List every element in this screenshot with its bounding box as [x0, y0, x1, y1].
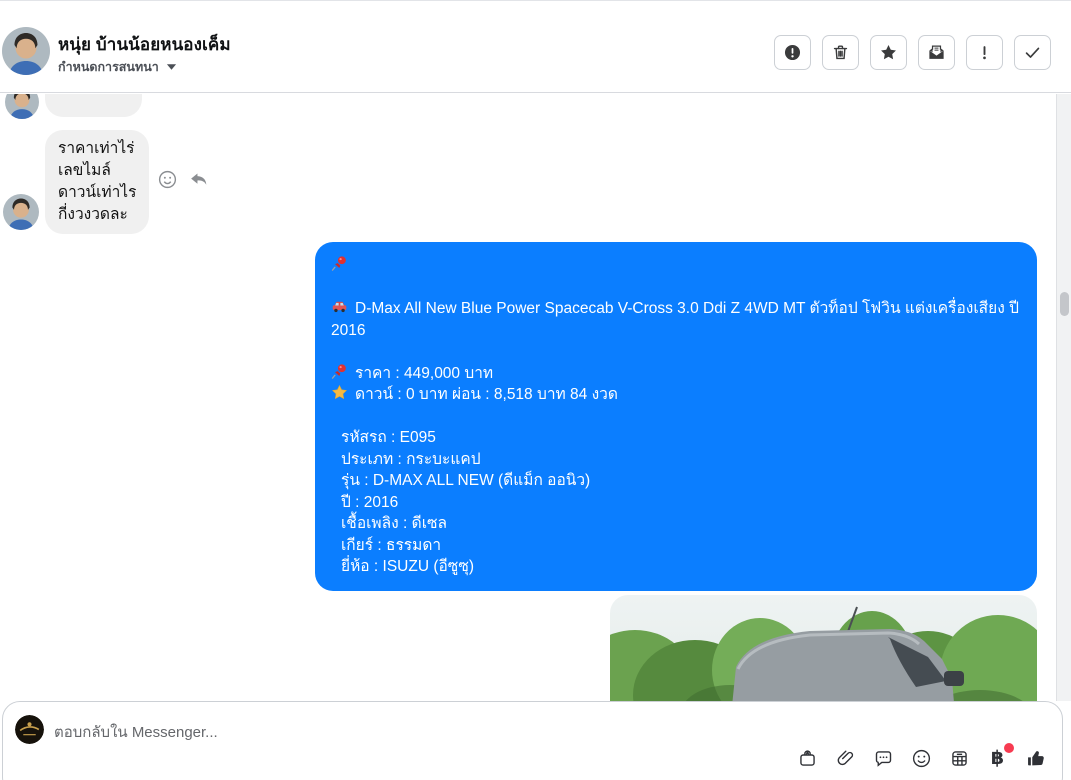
notification-dot [1004, 743, 1014, 753]
conversation-toolbar [774, 35, 1051, 70]
outgoing-message-line: ประเภท : กระบะแคป [341, 450, 481, 468]
page-avatar [15, 715, 44, 744]
chat-scrollbar [1056, 94, 1071, 701]
reply-input[interactable]: ตอบกลับใน Messenger... [54, 720, 754, 744]
emoji-button[interactable] [910, 747, 933, 770]
outgoing-message-line: ดาวน์ : 0 บาท ผ่อน : 8,518 บาท 84 งวด [331, 384, 1021, 406]
outgoing-message-line [331, 341, 1021, 363]
payments-table-button[interactable] [948, 747, 971, 770]
contact-avatar [3, 194, 39, 230]
baht-payment-button[interactable]: ฿ [986, 743, 1014, 770]
outgoing-message-line: รุ่น : D-MAX ALL NEW (ดีแม็ก ออนิว) [341, 472, 591, 489]
conversation-schedule-dropdown[interactable]: กำหนดการสนทนา [58, 57, 177, 77]
toolbar-mark-important-button[interactable] [966, 35, 1003, 70]
star-icon [879, 43, 898, 62]
toolbar-follow-up-button[interactable] [870, 35, 907, 70]
outgoing-message-bubble: D-Max All New Blue Power Spacecab V-Cros… [315, 242, 1037, 591]
incoming-message-line: ดาวน์เท่าไร [58, 184, 137, 201]
toolbar-mark-unread-button[interactable] [918, 35, 955, 70]
outgoing-message-line [331, 277, 1021, 299]
person-avatar-icon [2, 27, 50, 75]
outgoing-message-line: เกียร์ : ธรรมดา [341, 536, 442, 554]
attach-file-button[interactable] [834, 747, 857, 770]
incoming-message-line: ราคาเท่าไร่ [58, 140, 135, 157]
contact-name: หนุ่ย บ้านน้อยหนองเค็ม [58, 35, 231, 54]
react-button[interactable] [155, 167, 179, 191]
chevron-down-icon [166, 64, 176, 70]
conversation-header: หนุ่ย บ้านน้อยหนองเค็ม กำหนดการสนทนา [0, 1, 1071, 93]
reply-button[interactable] [186, 167, 210, 191]
outgoing-message-line: รหัสรถ : E095 [341, 429, 436, 446]
alert-circle-icon [783, 43, 802, 62]
unread-envelope-icon [927, 43, 946, 62]
pushpin-icon [331, 255, 348, 272]
message-list: ราคาเท่าไร่ เลขไมล์ ดาวน์เท่าไร กี่งวงวดละ … [0, 94, 1071, 701]
trash-icon [831, 43, 850, 62]
conversation-schedule-label: กำหนดการสนทนา [58, 60, 159, 74]
contact-avatar[interactable] [2, 27, 50, 75]
attachment-car-photo[interactable] [610, 595, 1037, 701]
incoming-message-line: กี่งวงวดละ [58, 206, 128, 223]
composer-action-icons: ฿ [796, 743, 1047, 770]
outgoing-message-line [331, 406, 1021, 428]
outgoing-message-line [331, 255, 1021, 277]
message-hover-actions [155, 167, 210, 191]
incoming-message-bubble: ราคาเท่าไร่เลขไมล์ดาวน์เท่าไรกี่งวงวดละ [45, 130, 150, 234]
toolbar-report-spam-button[interactable] [774, 35, 811, 70]
exclamation-icon [975, 43, 994, 62]
saved-replies-button[interactable] [872, 747, 895, 770]
reply-composer: ตอบกลับใน Messenger... ฿ [2, 701, 1063, 780]
message-bubble-partial [45, 94, 142, 117]
outgoing-message-line: เชื้อเพลิง : ดีเซล [341, 515, 448, 532]
outgoing-message-line: D-Max All New Blue Power Spacecab V-Cros… [331, 298, 1019, 339]
outgoing-message-line: ราคา : 449,000 บาท [331, 363, 1021, 385]
shop-button[interactable] [796, 747, 819, 770]
car-icon [331, 298, 348, 315]
incoming-message-line: เลขไมล์ [58, 162, 111, 179]
pushpin-icon [331, 363, 348, 380]
chat-scrollbar-thumb[interactable] [1060, 292, 1069, 316]
toolbar-mark-done-button[interactable] [1014, 35, 1051, 70]
check-icon [1023, 43, 1042, 62]
outgoing-message-line: ยี่ห้อ : ISUZU (อีซูซุ) [341, 558, 475, 575]
toolbar-delete-button[interactable] [822, 35, 859, 70]
car-photo-image [610, 595, 1037, 701]
messenger-inbox-window: หนุ่ย บ้านน้อยหนองเค็ม กำหนดการสนทนา ราค… [0, 0, 1071, 780]
contact-avatar [5, 94, 39, 119]
like-button[interactable] [1024, 747, 1047, 770]
gold-star-icon [331, 384, 348, 401]
outgoing-message-line: ปี : 2016 [341, 493, 399, 511]
